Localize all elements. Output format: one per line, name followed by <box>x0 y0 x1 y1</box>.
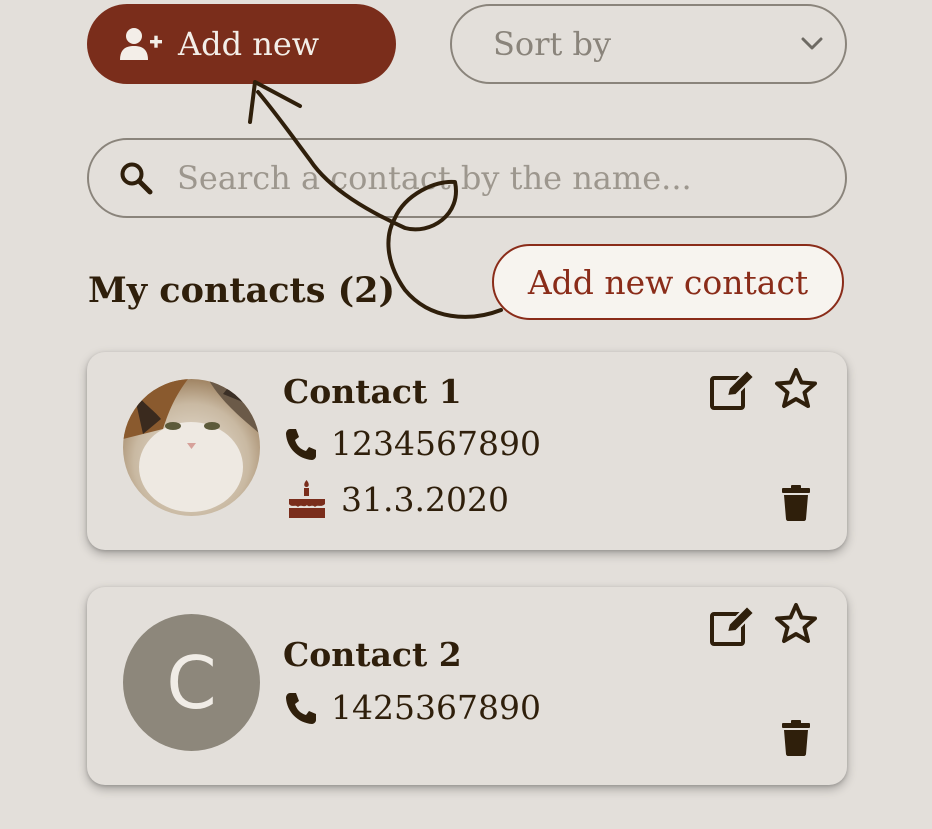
cat-photo <box>123 379 260 516</box>
phone-icon <box>286 428 316 460</box>
edit-icon[interactable] <box>709 605 757 647</box>
search-input[interactable] <box>175 158 845 198</box>
contact-birthday: 31.3.2020 <box>283 479 509 519</box>
contact-card[interactable]: Contact 1 1234567890 31.3.2020 <box>87 352 847 550</box>
contact-phone: 1425367890 <box>283 688 541 727</box>
contacts-title: My contacts (2) <box>88 270 396 311</box>
sort-label: Sort by <box>493 25 612 63</box>
phone-number: 1234567890 <box>331 424 541 463</box>
search-icon <box>120 162 153 195</box>
contact-card[interactable]: C Contact 2 1425367890 <box>87 587 847 785</box>
search-box <box>87 138 847 218</box>
phone-number: 1425367890 <box>331 688 541 727</box>
trash-icon[interactable] <box>782 485 810 521</box>
edit-icon[interactable] <box>709 369 757 411</box>
star-icon[interactable] <box>773 367 819 409</box>
trash-icon[interactable] <box>782 720 810 756</box>
add-contact-tooltip: Add new contact <box>492 244 844 320</box>
add-new-label: Add new <box>178 25 320 63</box>
chevron-down-icon <box>801 37 823 50</box>
add-new-button[interactable]: Add new <box>87 4 396 84</box>
contact-name: Contact 2 <box>283 635 462 674</box>
contact-phone: 1234567890 <box>283 424 541 463</box>
phone-icon <box>286 692 316 724</box>
star-icon[interactable] <box>773 602 819 644</box>
birthday-date: 31.3.2020 <box>341 479 509 519</box>
birthday-cake-icon <box>289 480 325 518</box>
avatar <box>123 379 260 516</box>
sort-select[interactable]: Sort by <box>450 4 847 84</box>
user-plus-icon <box>120 28 162 60</box>
avatar: C <box>123 614 260 751</box>
contact-name: Contact 1 <box>283 372 462 411</box>
